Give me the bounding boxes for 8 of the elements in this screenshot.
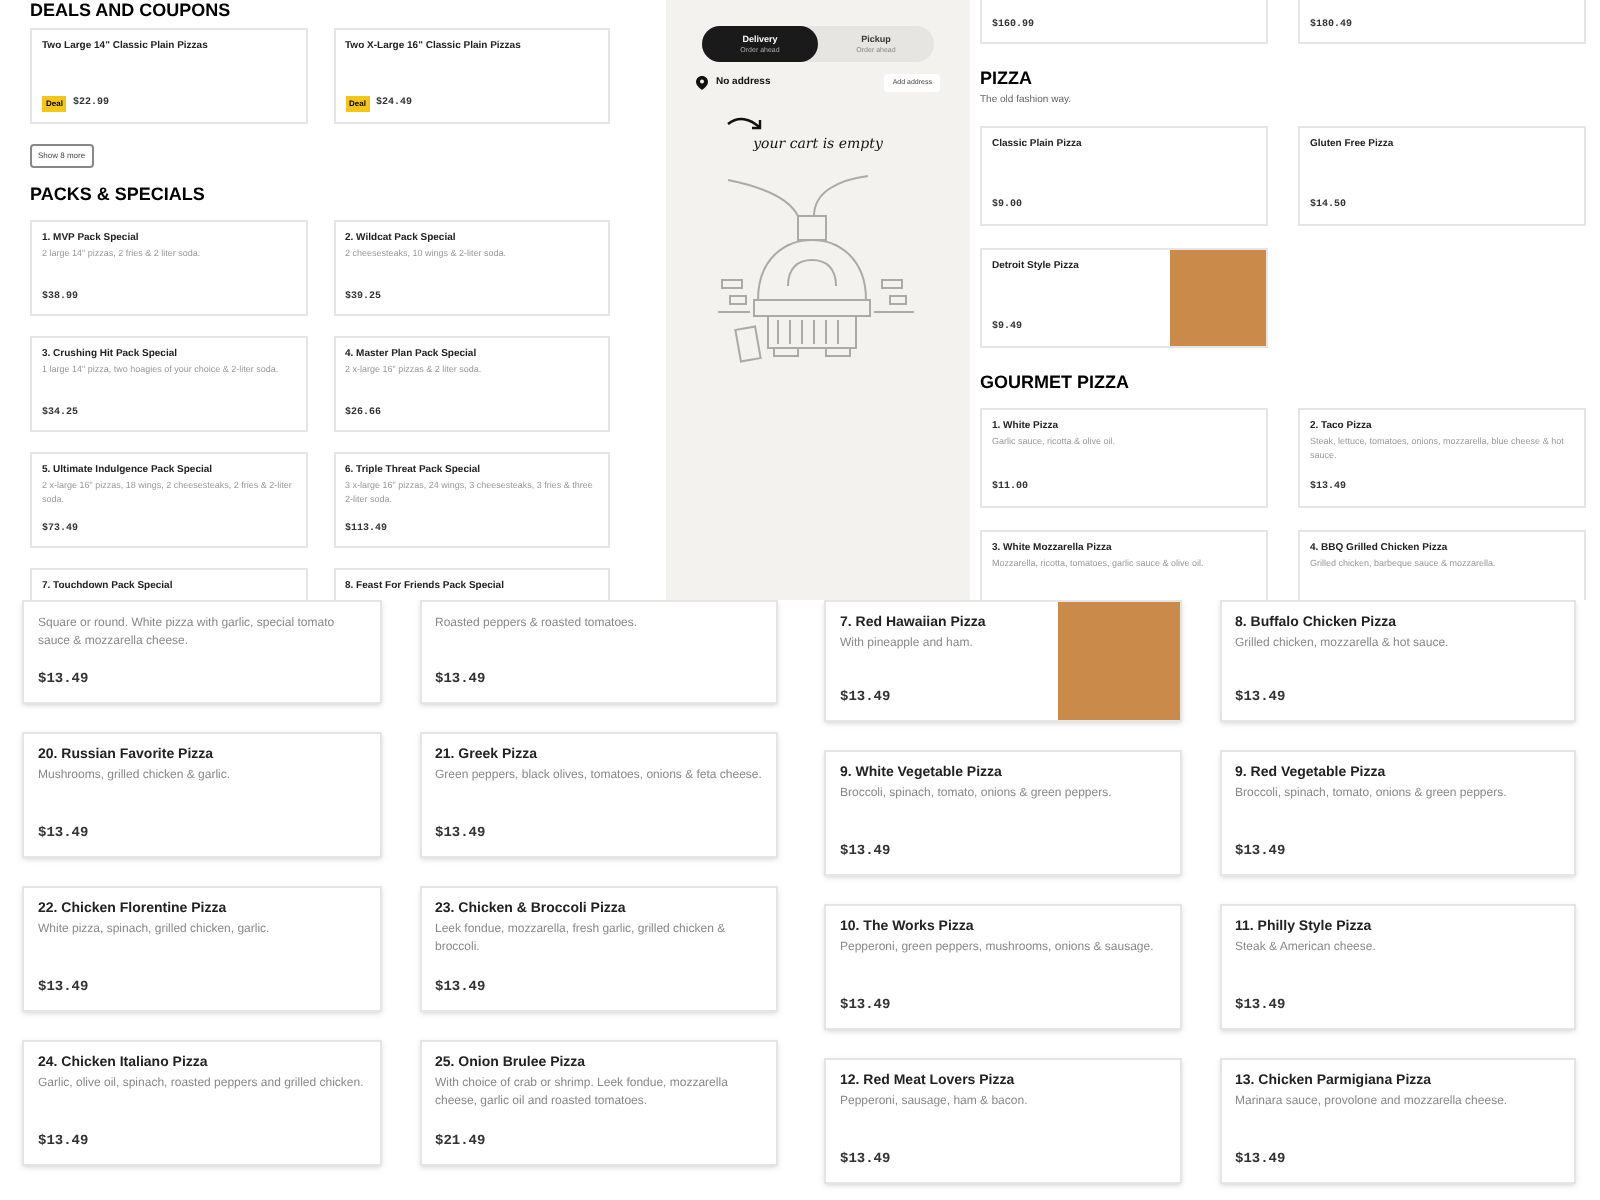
- section-heading: GOURMET PIZZA: [980, 371, 1131, 391]
- curved-arrow-icon: [726, 116, 766, 135]
- location-pin-icon: [696, 76, 708, 91]
- section-heading: PIZZA: [980, 68, 1034, 88]
- photo-placeholder: [1170, 249, 1266, 345]
- photo-placeholder: [1057, 602, 1179, 720]
- section-heading: PACKS & SPECIALS: [30, 184, 207, 204]
- section-heading: DEALS AND COUPONS: [30, 0, 233, 20]
